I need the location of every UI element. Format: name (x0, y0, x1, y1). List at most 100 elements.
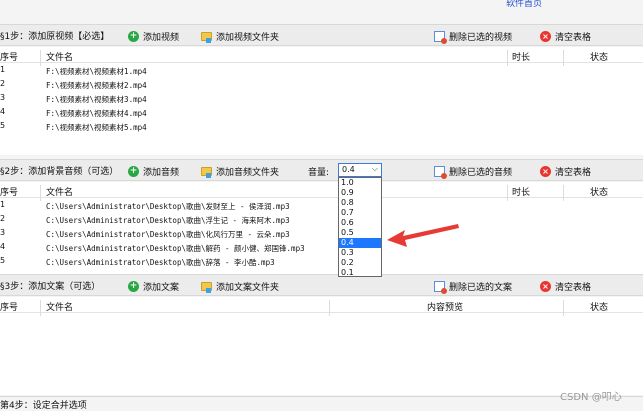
add-icon: + (128, 280, 139, 292)
delete-selected-audio-button[interactable]: 删除已选的音频 (434, 164, 512, 179)
row-filename: F:\视频素材\视频素材2.mp4 (46, 81, 147, 90)
add-text-folder-label: 添加文案文件夹 (216, 282, 280, 293)
text-table: 序号 文件名 内容预览 状态 (0, 297, 643, 395)
table-row[interactable]: 3 C:\Users\Administrator\Desktop\歌曲\化风行万里… (0, 226, 643, 240)
add-text-folder-button[interactable]: 添加文案文件夹 (201, 279, 279, 293)
row-index: 3 (0, 228, 6, 237)
delete-selected-icon (434, 165, 447, 179)
row-index: 5 (0, 256, 6, 265)
video-table-header: 序号 文件名 时长 状态 (0, 47, 643, 66)
row-index: 4 (0, 107, 6, 116)
col-index: 序号 (0, 53, 19, 63)
audio-table-header: 序号 文件名 时长 状态 (0, 182, 643, 201)
video-table: 序号 文件名 时长 状态 1 F:\视频素材\视频素材1.mp4 2 F:\视频素材… (0, 47, 643, 155)
folder-add-icon (201, 166, 212, 178)
software-home-link[interactable]: 软件首页 (506, 0, 542, 9)
volume-select[interactable]: 0.4 ⌵ (338, 163, 382, 177)
step3-label: §3步：添加文案（可选） (0, 282, 101, 292)
clear-video-table-button[interactable]: × 清空表格 (540, 29, 591, 43)
row-filename: F:\视频素材\视频素材5.mp4 (46, 123, 147, 132)
volume-option[interactable]: 0.5 (339, 228, 381, 238)
col-content-preview: 内容预览 (427, 303, 464, 313)
row-index: 3 (0, 93, 6, 102)
folder-add-icon (201, 31, 212, 43)
folder-add-icon (201, 281, 212, 293)
clear-audio-table-label: 清空表格 (555, 167, 592, 178)
audio-table: 序号 文件名 时长 状态 1 C:\Users\Administrator\Des… (0, 182, 643, 274)
volume-label: 音量: (308, 167, 330, 178)
col-filename: 文件名 (46, 188, 74, 198)
add-audio-folder-label: 添加音频文件夹 (216, 167, 280, 178)
col-index: 序号 (0, 303, 19, 313)
step4-label: 第4步：设定合并选项 (0, 401, 87, 411)
row-index: 1 (0, 200, 6, 209)
volume-option[interactable]: 0.8 (339, 198, 381, 208)
clear-text-table-label: 清空表格 (555, 282, 592, 293)
col-status: 状态 (590, 303, 609, 313)
step2-toolbar: §2步：添加背景音频（可选） + 添加音频 添加音频文件夹 音量: 删除已选的音… (0, 159, 643, 181)
col-status: 状态 (590, 53, 609, 63)
clear-video-table-label: 清空表格 (555, 32, 592, 43)
volume-option[interactable]: 0.3 (339, 248, 381, 258)
table-row[interactable]: 2 F:\视频素材\视频素材2.mp4 (0, 77, 643, 91)
add-audio-folder-button[interactable]: 添加音频文件夹 (201, 164, 279, 178)
table-row[interactable]: 4 F:\视频素材\视频素材4.mp4 (0, 105, 643, 119)
delete-selected-videos-button[interactable]: 删除已选的视频 (434, 29, 512, 44)
watermark: CSDN @叩心 (560, 392, 622, 403)
step2-label: §2步：添加背景音频（可选） (0, 167, 119, 177)
add-video-folder-button[interactable]: 添加视频文件夹 (201, 29, 279, 43)
table-row[interactable]: 1 C:\Users\Administrator\Desktop\歌曲\发财至上 … (0, 198, 643, 212)
clear-icon: × (540, 280, 551, 292)
add-video-button[interactable]: + 添加视频 (128, 29, 179, 43)
volume-option[interactable]: 0.9 (339, 188, 381, 198)
row-index: 2 (0, 79, 6, 88)
table-row[interactable]: 4 C:\Users\Administrator\Desktop\歌曲\解药 - … (0, 240, 643, 254)
table-row[interactable]: 2 C:\Users\Administrator\Desktop\歌曲\浮生记 -… (0, 212, 643, 226)
volume-option[interactable]: 0.4 (339, 238, 381, 248)
row-index: 1 (0, 65, 6, 74)
clear-icon: × (540, 165, 551, 177)
row-filename: C:\Users\Administrator\Desktop\歌曲\发财至上 -… (46, 202, 290, 211)
text-table-header: 序号 文件名 内容预览 状态 (0, 297, 643, 316)
add-video-label: 添加视频 (143, 32, 180, 43)
volume-option[interactable]: 0.6 (339, 218, 381, 228)
col-filename: 文件名 (46, 303, 74, 313)
step4-bar: 第4步：设定合并选项 (0, 396, 643, 411)
col-duration: 时长 (512, 53, 531, 63)
delete-selected-icon (434, 280, 447, 294)
add-text-label: 添加文案 (143, 282, 180, 293)
volume-option[interactable]: 0.2 (339, 258, 381, 268)
row-index: 5 (0, 121, 6, 130)
top-strip: 软件首页 (0, 0, 643, 22)
volume-option[interactable]: 0.7 (339, 208, 381, 218)
row-index: 2 (0, 214, 6, 223)
step1-toolbar: §1步：添加原视频【必选】 + 添加视频 添加视频文件夹 删除已选的视频 × 清… (0, 24, 643, 46)
clear-audio-table-button[interactable]: × 清空表格 (540, 164, 591, 178)
col-filename: 文件名 (46, 53, 74, 63)
table-row[interactable]: 5 F:\视频素材\视频素材5.mp4 (0, 119, 643, 133)
volume-option[interactable]: 0.1 (339, 268, 381, 278)
col-index: 序号 (0, 188, 19, 198)
row-filename: C:\Users\Administrator\Desktop\歌曲\化风行万里 … (46, 230, 290, 239)
row-filename: C:\Users\Administrator\Desktop\歌曲\浮生记 - … (46, 216, 290, 225)
add-audio-label: 添加音频 (143, 167, 180, 178)
add-audio-button[interactable]: + 添加音频 (128, 164, 179, 178)
volume-dropdown: 1.0 0.9 0.8 0.7 0.6 0.5 0.4 0.3 0.2 0.1 (338, 177, 382, 277)
table-row[interactable]: 3 F:\视频素材\视频素材3.mp4 (0, 91, 643, 105)
table-row[interactable]: 1 F:\视频素材\视频素材1.mp4 (0, 63, 643, 77)
add-text-button[interactable]: + 添加文案 (128, 279, 179, 293)
add-icon: + (128, 30, 139, 42)
table-row[interactable]: 5 C:\Users\Administrator\Desktop\歌曲\辞落 - … (0, 254, 643, 268)
step1-label: §1步：添加原视频【必选】 (0, 32, 110, 42)
add-icon: + (128, 165, 139, 177)
red-arrow-annotation (387, 224, 459, 247)
clear-text-table-button[interactable]: × 清空表格 (540, 279, 591, 293)
volume-option[interactable]: 1.0 (339, 178, 381, 188)
add-video-folder-label: 添加视频文件夹 (216, 32, 280, 43)
row-filename: F:\视频素材\视频素材1.mp4 (46, 67, 147, 76)
step3-toolbar: §3步：添加文案（可选） + 添加文案 添加文案文件夹 删除已选的文案 × 清空… (0, 274, 643, 296)
clear-icon: × (540, 30, 551, 42)
col-duration: 时长 (512, 188, 531, 198)
row-filename: C:\Users\Administrator\Desktop\歌曲\解药 - 颜… (46, 244, 305, 253)
delete-selected-text-button[interactable]: 删除已选的文案 (434, 279, 512, 294)
